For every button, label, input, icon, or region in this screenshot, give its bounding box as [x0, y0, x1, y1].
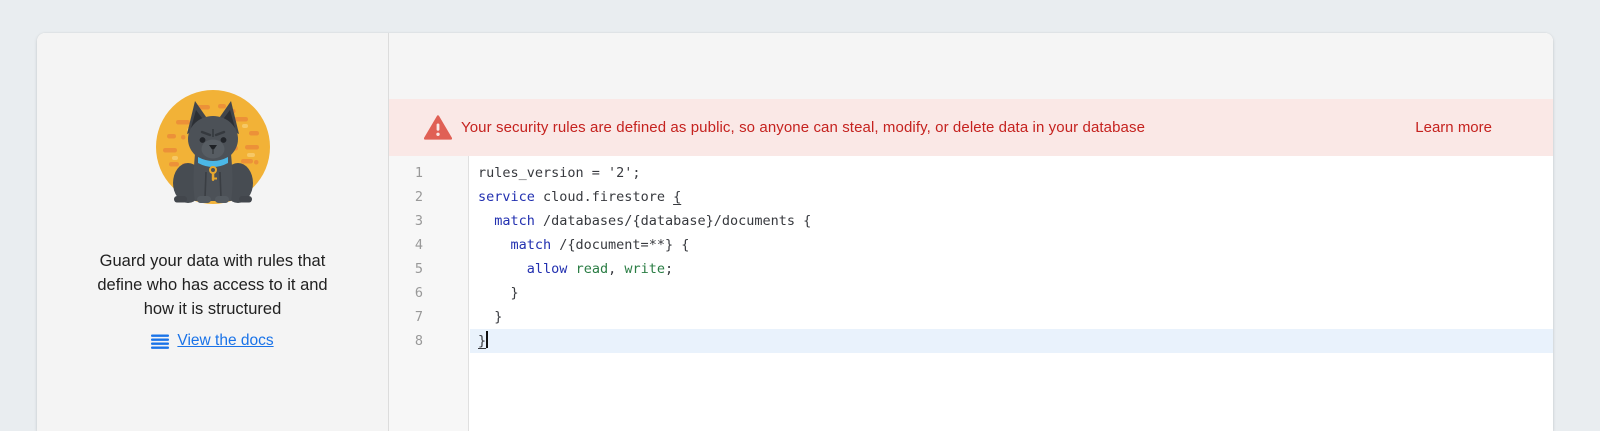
code-text: match /{document=**} {: [470, 233, 1553, 257]
guard-dog-image: [152, 88, 274, 216]
code-lines: 1rules_version = '2';2service cloud.fire…: [389, 156, 1553, 353]
code-text: rules_version = '2';: [470, 161, 1553, 185]
rules-editor-panel: Your security rules are defined as publi…: [389, 33, 1553, 431]
firestore-rules-card: Guard your data with rules that define w…: [37, 33, 1553, 431]
line-number: 7: [389, 305, 470, 329]
code-line[interactable]: 3 match /databases/{database}/documents …: [389, 209, 1553, 233]
code-text: allow read, write;: [470, 257, 1553, 281]
line-number: 5: [389, 257, 470, 281]
description-line-1: Guard your data with rules that: [100, 252, 326, 270]
code-text: }: [470, 305, 1553, 329]
security-warning-banner: Your security rules are defined as publi…: [389, 99, 1553, 156]
code-text: match /databases/{database}/documents {: [470, 209, 1553, 233]
rules-code-editor[interactable]: 1rules_version = '2';2service cloud.fire…: [389, 156, 1553, 431]
rules-info-panel: Guard your data with rules that define w…: [37, 33, 389, 431]
code-line[interactable]: 1rules_version = '2';: [389, 161, 1553, 185]
panel-description: Guard your data with rules that define w…: [97, 249, 327, 321]
code-text: }: [470, 281, 1553, 305]
warning-icon: [424, 115, 452, 140]
line-number: 3: [389, 209, 470, 233]
code-line[interactable]: 8}: [389, 329, 1553, 353]
description-line-2: define who has access to it and: [97, 276, 327, 294]
line-number: 1: [389, 161, 470, 185]
docs-lines-icon: [151, 334, 169, 349]
code-line[interactable]: 4 match /{document=**} {: [389, 233, 1553, 257]
warning-message: Your security rules are defined as publi…: [461, 119, 1145, 136]
code-line[interactable]: 6 }: [389, 281, 1553, 305]
code-line[interactable]: 7 }: [389, 305, 1553, 329]
guard-dog-illustration: [152, 88, 274, 216]
line-number: 2: [389, 185, 470, 209]
code-line[interactable]: 5 allow read, write;: [389, 257, 1553, 281]
learn-more-link[interactable]: Learn more: [1415, 119, 1492, 136]
text-cursor: [486, 331, 488, 348]
line-number: 8: [389, 329, 470, 353]
code-text: }: [470, 329, 1553, 353]
view-docs-link[interactable]: View the docs: [151, 332, 273, 350]
line-number: 6: [389, 281, 470, 305]
view-docs-label: View the docs: [177, 332, 273, 350]
description-line-3: how it is structured: [144, 300, 282, 318]
editor-toolbar-strip: [389, 33, 1553, 99]
line-number: 4: [389, 233, 470, 257]
code-text: service cloud.firestore {: [470, 185, 1553, 209]
code-line[interactable]: 2service cloud.firestore {: [389, 185, 1553, 209]
